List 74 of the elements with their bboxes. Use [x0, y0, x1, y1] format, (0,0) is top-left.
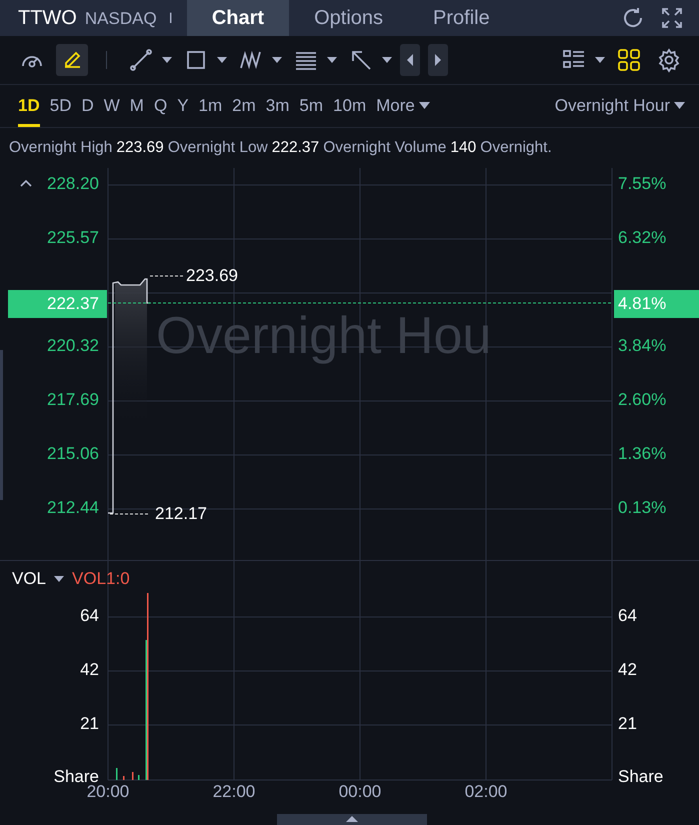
triangle-left-icon: [405, 53, 415, 67]
tab[interactable]: Options: [289, 0, 408, 36]
price-axis-label: 228.20: [47, 174, 99, 194]
triangle-right-icon: [433, 53, 443, 67]
exchange-label: NASDAQ: [84, 9, 157, 29]
timeframe-tab[interactable]: 1m: [198, 85, 222, 127]
fullscreen-icon[interactable]: [661, 7, 683, 29]
panel-handle[interactable]: [277, 814, 427, 825]
caret-icon[interactable]: [382, 57, 392, 63]
price-axis-label: 225.57: [47, 228, 99, 248]
caret-icon[interactable]: [162, 57, 172, 63]
price-axis-label: 217.69: [47, 390, 99, 410]
unit-label: Share: [618, 767, 664, 787]
volume-axis-label: 64: [618, 606, 637, 626]
caret-icon[interactable]: [217, 57, 227, 63]
stat-label: Overnight High: [9, 139, 112, 157]
timeframe-tab[interactable]: 3m: [266, 85, 290, 127]
more-dropdown[interactable]: More: [376, 85, 430, 127]
stat-value: 223.69: [116, 139, 164, 157]
volume-axis-label: 42: [80, 660, 99, 680]
timeframe-tab[interactable]: 5D: [50, 85, 72, 127]
volume-axis-label: 21: [80, 714, 99, 734]
percent-axis-label: 7.55%: [618, 174, 666, 194]
percent-axis-label: 2.60%: [618, 390, 666, 410]
percent-axis-label: 3.84%: [618, 336, 666, 356]
percent-axis-label: 1.36%: [618, 444, 666, 464]
time-axis-label: 00:00: [338, 782, 382, 802]
volume-axis-label: 64: [80, 606, 99, 626]
price-axis-label: 220.32: [47, 336, 99, 356]
stat-label: Overnight Volume: [323, 139, 446, 157]
current-change-tag: 4.81%: [614, 290, 699, 318]
caret-icon: [418, 102, 430, 109]
stat-value: 222.37: [272, 139, 320, 157]
volume-axis-label: 42: [618, 660, 637, 680]
timeframe-tab[interactable]: Y: [177, 85, 189, 127]
chevron-up-icon: [20, 179, 32, 187]
scroll-bar[interactable]: [0, 350, 3, 500]
timeframe-tab[interactable]: Q: [154, 85, 168, 127]
timeframe-tab[interactable]: 10m: [333, 85, 366, 127]
tab[interactable]: Chart: [186, 0, 290, 36]
time-axis-label: 22:00: [212, 782, 256, 802]
price-axis-label: 212.44: [47, 498, 99, 518]
volume-title: VOL: [12, 569, 46, 589]
caret-icon[interactable]: [327, 57, 337, 63]
caret-icon[interactable]: [595, 57, 605, 63]
refresh-icon[interactable]: [621, 6, 645, 30]
percent-axis-label: 6.32%: [618, 228, 666, 248]
timeframe-tab[interactable]: 1D: [18, 85, 40, 127]
stat-label: Overnight.: [480, 139, 552, 157]
stat-value: 140: [450, 139, 476, 157]
separator-mark: I: [168, 10, 173, 26]
timeframe-tab[interactable]: D: [81, 85, 94, 127]
tab[interactable]: Profile: [408, 0, 515, 36]
volume-axis-label: 21: [618, 714, 637, 734]
timeframe-tab[interactable]: 5m: [299, 85, 324, 127]
next-button[interactable]: [428, 44, 448, 76]
price-axis-label: 215.06: [47, 444, 99, 464]
high-price-label: 223.69: [186, 266, 238, 286]
current-price-tag: 222.37: [8, 290, 107, 318]
indicator-label: VOL1:0: [72, 569, 130, 589]
pencil-icon[interactable]: [56, 44, 88, 76]
caret-icon[interactable]: [272, 57, 282, 63]
session-dropdown[interactable]: Overnight Hour: [554, 96, 685, 116]
caret-icon: [674, 102, 685, 109]
timeframe-tab[interactable]: W: [104, 85, 120, 127]
timeframe-tab[interactable]: 2m: [232, 85, 256, 127]
time-axis-label: 02:00: [464, 782, 508, 802]
timeframe-tab[interactable]: M: [130, 85, 144, 127]
caret-icon[interactable]: [54, 576, 64, 582]
low-price-label: 212.17: [155, 504, 207, 524]
previous-button[interactable]: [400, 44, 420, 76]
ticker-symbol: TTWO: [18, 6, 77, 30]
stat-label: Overnight Low: [168, 139, 268, 157]
percent-axis-label: 0.13%: [618, 498, 666, 518]
